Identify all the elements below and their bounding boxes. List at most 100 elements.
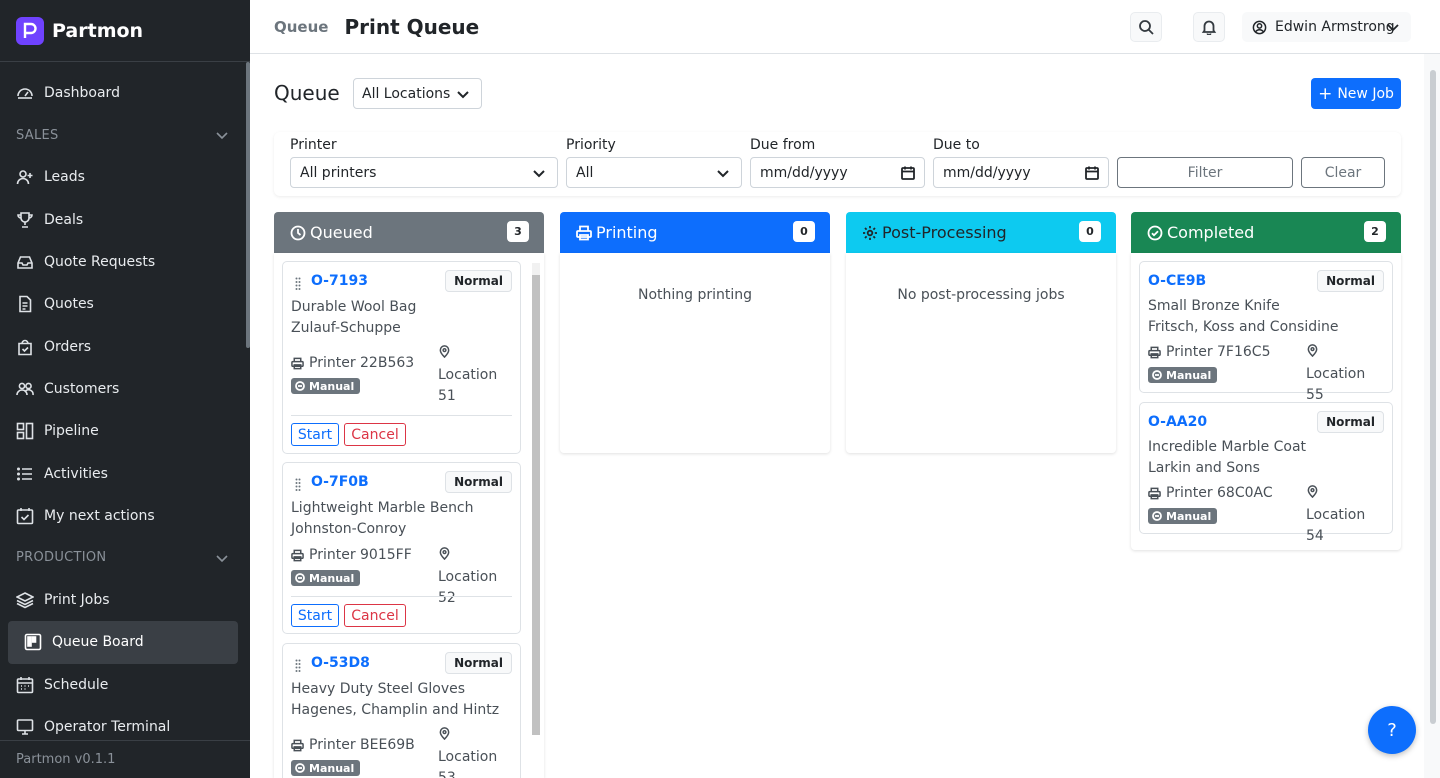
column-count-badge: 0 (1079, 221, 1101, 242)
job-product: Incredible Marble Coat (1148, 439, 1307, 455)
sidebar-item-schedule[interactable]: Schedule (0, 664, 250, 706)
sidebar-item-dashboard[interactable]: Dashboard (0, 72, 250, 114)
sidebar-item-label: Orders (44, 338, 92, 355)
sidebar-item-label: Schedule (44, 676, 109, 693)
sidebar-item-label: Pipeline (44, 423, 99, 440)
sidebar-item-deals[interactable]: Deals (0, 199, 250, 241)
column-completed-header: Completed 2 (1131, 212, 1401, 253)
section-label: SALES (16, 127, 59, 143)
sidebar-item-label: Customers (44, 380, 120, 397)
sidebar-item-pipeline[interactable]: Pipeline (0, 410, 250, 452)
job-id-link[interactable]: O-7193 (311, 273, 368, 289)
column-title: Queued (310, 223, 373, 242)
mode-badge-label: Manual (309, 571, 355, 585)
clear-button[interactable]: Clear (1301, 157, 1385, 188)
start-button[interactable]: Start (291, 423, 339, 446)
job-location: Location 53 (438, 726, 518, 778)
job-card-o-aa20[interactable]: O-AA20 Normal Incredible Marble Coat Lar… (1139, 402, 1393, 544)
printer-filter-select[interactable]: All printers (290, 157, 558, 188)
job-id-link[interactable]: O-AA20 (1148, 414, 1207, 430)
printer-icon (1148, 346, 1161, 358)
calendar-icon[interactable] (1085, 166, 1099, 180)
location-pin-icon (1307, 344, 1318, 358)
column-count-badge: 2 (1364, 221, 1386, 242)
column-queued-header: Queued 3 (274, 212, 544, 253)
job-id-link[interactable]: O-CE9B (1148, 273, 1206, 289)
job-card-o-7f0b[interactable]: O-7F0B Normal Lightweight Marble Bench J… (282, 462, 521, 634)
column-title: Completed (1167, 223, 1255, 242)
job-printer-label: Printer 68C0AC (1166, 485, 1273, 501)
job-card-o-ce9b[interactable]: O-CE9B Normal Small Bronze Knife Fritsch… (1139, 261, 1393, 403)
inbox-icon (17, 256, 33, 269)
printer-icon (291, 549, 304, 561)
job-id-link[interactable]: O-53D8 (311, 655, 370, 671)
priority-filter-select[interactable]: All (566, 157, 742, 188)
job-printer-label: Printer 9015FF (309, 547, 412, 563)
queued-scrollbar[interactable] (532, 263, 540, 735)
grip-icon[interactable] (295, 659, 301, 672)
chevron-down-icon (216, 555, 228, 563)
sidebar-item-my-next-actions[interactable]: My next actions (0, 495, 250, 537)
user-plus-icon (16, 170, 33, 185)
due-to-input[interactable]: mm/dd/yyyy (933, 157, 1109, 188)
monitor-icon (16, 719, 34, 735)
new-job-button[interactable]: + New Job (1311, 78, 1401, 109)
sidebar-section-production[interactable]: PRODUCTION (0, 537, 250, 579)
job-printer-label: Printer BEE69B (309, 737, 415, 753)
start-button[interactable]: Start (291, 604, 339, 627)
due-from-input[interactable]: mm/dd/yyyy (750, 157, 925, 188)
sidebar-item-leads[interactable]: Leads (0, 156, 250, 198)
search-button[interactable] (1130, 12, 1162, 42)
sidebar-item-label: My next actions (44, 507, 155, 524)
job-location: Location 54 (1306, 484, 1386, 547)
sidebar-item-quote-requests[interactable]: Quote Requests (0, 241, 250, 283)
help-button[interactable]: ? (1368, 706, 1416, 754)
sidebar-item-print-jobs[interactable]: Print Jobs (0, 579, 250, 621)
priority-filter-value: All (576, 164, 594, 181)
job-printer: Printer 7F16C5 (1148, 344, 1270, 360)
location-pin-icon (439, 345, 450, 359)
priority-badge: Normal (1317, 411, 1384, 433)
grip-icon[interactable] (295, 277, 301, 290)
layers-icon (16, 592, 34, 609)
calendar-icon[interactable] (901, 166, 915, 180)
job-product: Small Bronze Knife (1148, 298, 1280, 314)
document-icon (19, 296, 32, 313)
sidebar-item-customers[interactable]: Customers (0, 368, 250, 410)
sidebar-section-sales[interactable]: SALES (0, 114, 250, 156)
due-from-label: Due from (750, 137, 816, 153)
kanban-icon (24, 634, 42, 651)
sidebar-item-queue-board[interactable]: Queue Board (8, 621, 238, 664)
grip-icon[interactable] (295, 478, 301, 491)
job-card-o-53d8[interactable]: O-53D8 Normal Heavy Duty Steel Gloves Ha… (282, 643, 521, 778)
filter-button[interactable]: Filter (1117, 157, 1293, 188)
cancel-button[interactable]: Cancel (344, 423, 406, 446)
user-menu-button[interactable]: Edwin Armstrong (1242, 12, 1411, 42)
column-printing-body: Nothing printing (560, 253, 830, 453)
location-select[interactable]: All Locations (353, 78, 482, 109)
priority-filter-label: Priority (566, 137, 616, 153)
location-pin-icon (439, 727, 450, 741)
job-card-o-7193[interactable]: O-7193 Normal Durable Wool Bag Zulauf-Sc… (282, 261, 521, 454)
notifications-button[interactable] (1193, 12, 1225, 42)
sidebar-item-operator-terminal[interactable]: Operator Terminal (0, 706, 250, 740)
sidebar-item-quotes[interactable]: Quotes (0, 283, 250, 325)
gear-icon (863, 225, 877, 240)
printer-icon (576, 225, 592, 240)
sidebar-item-orders[interactable]: Orders (0, 325, 250, 367)
printer-filter-value: All printers (300, 164, 377, 181)
chevron-down-icon (216, 132, 228, 140)
column-post-processing-body: No post-processing jobs (846, 253, 1116, 453)
page-title: Print Queue (344, 14, 480, 39)
cancel-button[interactable]: Cancel (344, 604, 406, 627)
breadcrumb[interactable]: Queue (274, 18, 328, 36)
job-id-link[interactable]: O-7F0B (311, 474, 369, 490)
column-count-badge: 3 (507, 221, 529, 242)
bag-check-icon (18, 339, 32, 355)
main-scrollbar[interactable] (1430, 70, 1436, 724)
sidebar-item-label: Quotes (44, 296, 94, 313)
mode-badge: Manual (291, 760, 361, 776)
brand[interactable]: Partmon (0, 0, 250, 62)
sidebar-item-activities[interactable]: Activities (0, 452, 250, 494)
sidebar-nav: Dashboard SALES Leads Deals Quote Reques… (0, 62, 250, 740)
